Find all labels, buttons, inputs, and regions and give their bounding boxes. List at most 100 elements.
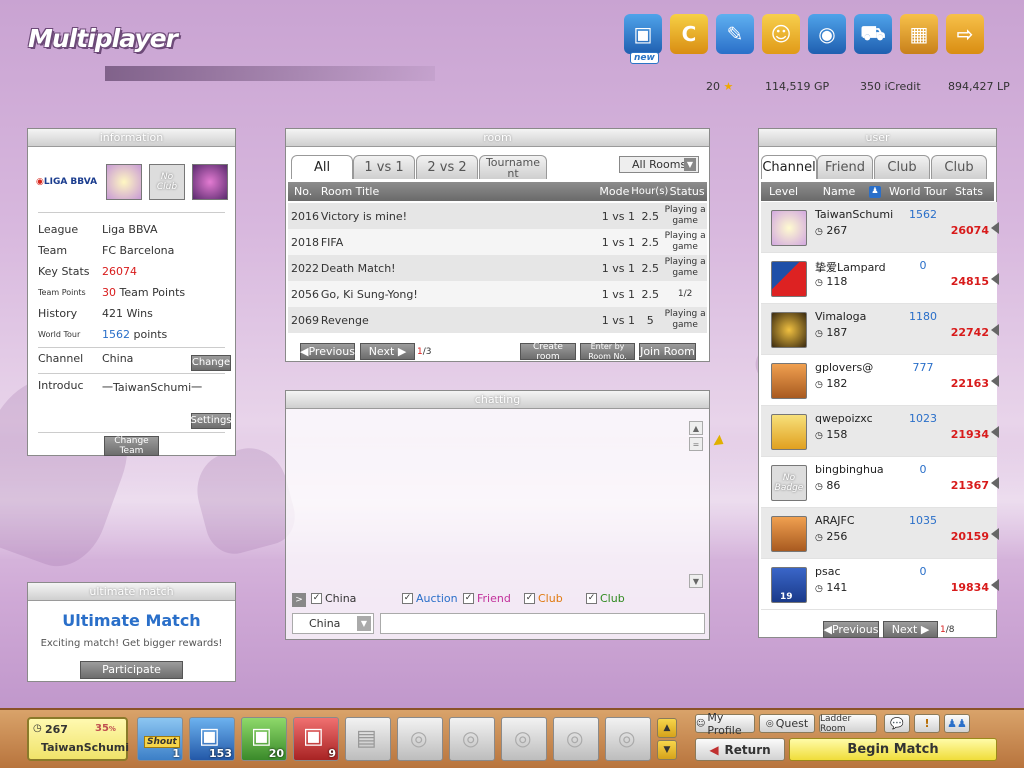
friends-icon[interactable]: ☺ xyxy=(762,14,800,54)
change-team-button[interactable]: Change Team xyxy=(104,436,159,456)
tab-friend[interactable]: Friend xyxy=(817,155,873,179)
table-row[interactable]: 2056 Go, Ki Sung-Yong! 1 vs 1 2.5 1/2 xyxy=(288,281,707,307)
change-channel-button[interactable]: Change xyxy=(191,355,231,371)
tab-tournament[interactable]: Tournament xyxy=(479,155,547,179)
tab-all[interactable]: All xyxy=(291,155,353,179)
join-room-button[interactable]: Join Room xyxy=(639,343,696,360)
empty-slot[interactable]: ◎ xyxy=(449,717,495,761)
chat-channel-dropdown[interactable]: China ▼ xyxy=(292,613,374,634)
room-number: 2018 xyxy=(291,235,319,249)
table-row[interactable]: 2022 Death Match! 1 vs 1 2.5 Playing a game xyxy=(288,255,707,281)
ladder-room-button[interactable]: Ladder Room xyxy=(819,714,877,734)
player-card[interactable]: ◷ 267 35% TaiwanSchumi xyxy=(27,717,129,761)
slots-scroll-up[interactable]: ▲ xyxy=(657,718,677,738)
tab-2vs2[interactable]: 2 vs 2 xyxy=(416,155,478,179)
begin-match-button[interactable]: Begin Match xyxy=(789,738,997,761)
blue-box-slot[interactable]: ▣ 153 xyxy=(189,717,235,761)
list-item[interactable]: Vimaloga ◷ 187 1180 22742 xyxy=(761,304,999,355)
arrow-left-icon[interactable] xyxy=(991,477,999,489)
computer-icon[interactable]: ▣ new xyxy=(624,14,662,64)
new-badge: new xyxy=(630,52,659,64)
clock-icon: ◷ xyxy=(815,278,823,288)
no-club-badge: No Club xyxy=(149,164,185,200)
room-hours: 2.5 xyxy=(641,209,660,223)
red-box-slot[interactable]: ▣ 9 xyxy=(293,717,339,761)
table-row[interactable]: 2069 Revenge 1 vs 1 5 Playing a game xyxy=(288,307,707,333)
tab-channel[interactable]: Channel xyxy=(761,155,817,179)
tab-club-2[interactable]: Club xyxy=(931,155,987,179)
list-item[interactable]: 挚爱Lampard ◷ 118 0 24815 xyxy=(761,253,999,304)
info-key-stats: Key Stats 26074 xyxy=(38,265,137,278)
arrow-left-icon[interactable] xyxy=(991,273,999,285)
room-previous-button[interactable]: ◀ Previous xyxy=(300,343,355,360)
chat-bubble-icon[interactable]: 💬 xyxy=(884,714,910,733)
chat-filter-club-checkbox[interactable]: ✓ Club xyxy=(524,592,563,605)
return-button[interactable]: ◀ Return xyxy=(695,738,785,761)
list-item[interactable]: No Badge bingbinghua ◷ 86 0 21367 xyxy=(761,457,999,508)
shield-icon[interactable]: C xyxy=(670,14,708,54)
table-row[interactable]: 2018 FIFA 1 vs 1 2.5 Playing a game xyxy=(288,229,707,255)
info-icon[interactable]: ! xyxy=(914,714,940,733)
green-box-slot[interactable]: ▣ 20 xyxy=(241,717,287,761)
chat-input[interactable] xyxy=(380,613,705,634)
list-item[interactable]: ARAJFC ◷ 256 1035 20159 xyxy=(761,508,999,559)
arrow-left-icon[interactable] xyxy=(991,426,999,438)
chest-slot[interactable]: ▤ xyxy=(345,717,391,761)
list-item[interactable]: gplovers@ ◷ 182 777 22163 xyxy=(761,355,999,406)
chat-title: chatting xyxy=(286,391,709,409)
enter-room-number-button[interactable]: Enter by Room No. xyxy=(580,342,635,361)
create-room-button[interactable]: Create room xyxy=(520,342,576,362)
exit-door-icon[interactable]: ⇨ xyxy=(946,14,984,54)
info-history: History 421 Wins xyxy=(38,307,153,320)
room-number: 2016 xyxy=(291,209,319,223)
arrow-left-icon[interactable] xyxy=(991,375,999,387)
chat-scroll-up[interactable]: ▲ xyxy=(689,421,703,435)
people-icon[interactable]: ♟♟ xyxy=(944,714,970,733)
empty-slot[interactable]: ◎ xyxy=(397,717,443,761)
room-title-cell: FIFA xyxy=(320,235,344,249)
empty-slot[interactable]: ◎ xyxy=(605,717,651,761)
chat-filter-china-checkbox[interactable]: ✓ China xyxy=(311,592,356,605)
shout-item-slot[interactable]: Shout 1 xyxy=(137,717,183,761)
user-level: ◷ 141 xyxy=(815,581,848,594)
chat-filter-friend-checkbox[interactable]: ✓ Friend xyxy=(463,592,511,605)
arrow-left-icon[interactable] xyxy=(991,222,999,234)
quest-button[interactable]: ◎ Quest xyxy=(759,714,815,733)
participate-button[interactable]: Participate xyxy=(80,661,183,679)
room-number: 2056 xyxy=(291,287,319,301)
table-row[interactable]: 2016 Victory is mine! 1 vs 1 2.5 Playing a g… xyxy=(288,203,707,229)
user-name: gplovers@ xyxy=(815,361,874,374)
item-box-icon[interactable]: ▦ xyxy=(900,14,938,54)
arrow-left-icon[interactable] xyxy=(991,324,999,336)
room-next-button[interactable]: Next ▶ xyxy=(360,343,415,360)
settings-button[interactable]: Settings xyxy=(191,413,232,429)
my-profile-button[interactable]: ☺ My Profile xyxy=(695,711,755,737)
slots-scroll-down[interactable]: ▼ xyxy=(657,740,677,760)
chat-expand-icon[interactable]: > xyxy=(292,593,306,607)
room-filter-dropdown[interactable]: All Rooms ▼ xyxy=(619,156,699,173)
arrow-left-icon[interactable] xyxy=(991,579,999,591)
chat-scroll-handle[interactable]: = xyxy=(689,437,703,451)
shop-cart-icon[interactable]: ⛟ xyxy=(854,14,892,54)
user-level: ◷ 158 xyxy=(815,428,848,441)
user-previous-button[interactable]: ◀ Previous xyxy=(823,621,879,638)
empty-slot[interactable]: ◎ xyxy=(553,717,599,761)
list-item[interactable]: 19 psac ◷ 141 0 19834 xyxy=(761,559,999,610)
list-item[interactable]: qwepoizxc ◷ 158 1023 21934 xyxy=(761,406,999,457)
tab-1vs1[interactable]: 1 vs 1 xyxy=(353,155,415,179)
chat-filter-auction-checkbox[interactable]: ✓ Auction xyxy=(402,592,458,605)
chat-scroll-down[interactable]: ▼ xyxy=(689,574,703,588)
empty-slot-icon: ◎ xyxy=(566,726,584,750)
user-title: user xyxy=(759,129,996,147)
chat-filter-club-checkbox[interactable]: ✓ Club xyxy=(586,592,625,605)
world-icon[interactable]: ◉ xyxy=(808,14,846,54)
joystick-icon[interactable]: ✎ xyxy=(716,14,754,54)
room-status: Playing a game xyxy=(664,205,706,226)
empty-slot[interactable]: ◎ xyxy=(501,717,547,761)
user-next-button[interactable]: Next ▶ xyxy=(883,621,938,638)
room-status: 1/2 xyxy=(677,288,693,299)
arrow-left-icon[interactable] xyxy=(991,528,999,540)
list-item[interactable]: TaiwanSchumi ◷ 267 1562 26074 xyxy=(761,202,999,253)
tab-club[interactable]: Club xyxy=(874,155,930,179)
info-team-points: Team Points 30 Team Points xyxy=(38,286,186,299)
